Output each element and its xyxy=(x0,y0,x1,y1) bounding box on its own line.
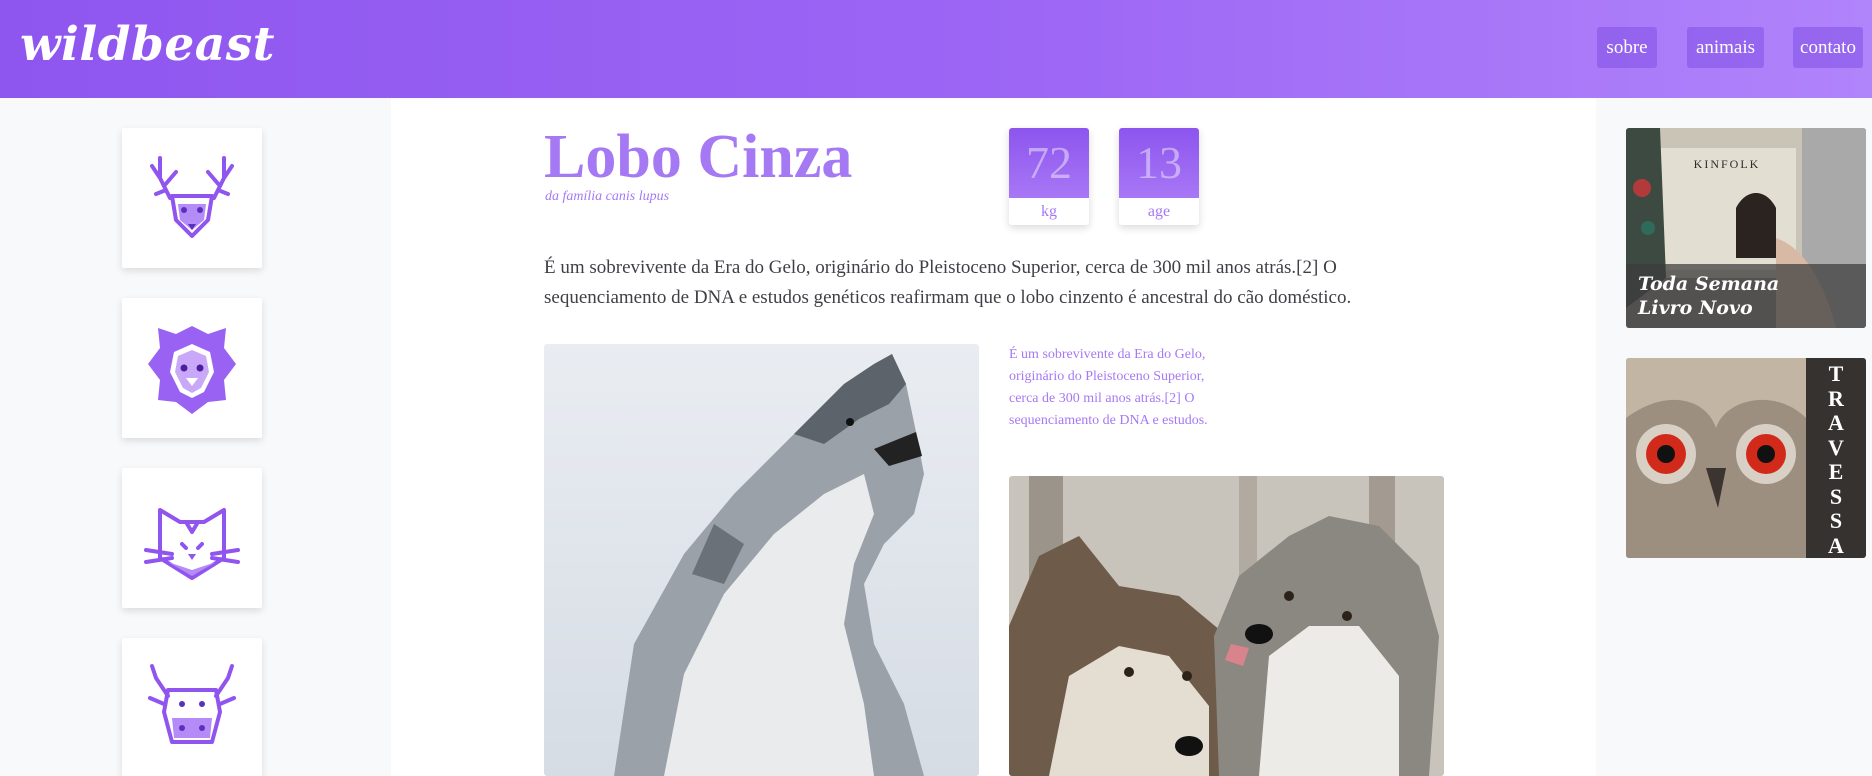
nav-sobre-button[interactable]: sobre xyxy=(1597,27,1657,68)
owl-ad-letter: E xyxy=(1828,459,1844,484)
owl-ad-letter: V xyxy=(1828,434,1844,460)
side-note-text: É um sobrevivente da Era do Gelo, origin… xyxy=(1009,347,1208,428)
animal-intro-text: É um sobrevivente da Era do Gelo, origin… xyxy=(544,257,1352,308)
owl-ad-vertical-text: T R A V E S S A xyxy=(1806,358,1866,558)
book-ad-caption-line2: Livro Novo xyxy=(1638,297,1753,319)
lion-icon xyxy=(148,326,236,414)
stat-weight-label: kg xyxy=(1041,203,1057,220)
stat-weight-value: 72 xyxy=(1009,128,1089,198)
book-ad-banner[interactable]: KINFOLK Toda Semana Livro Novo xyxy=(1626,128,1866,328)
stat-age: 13 age xyxy=(1119,128,1199,225)
book-ad-caption: Toda Semana Livro Novo xyxy=(1626,264,1866,328)
book-cover-title: KINFOLK xyxy=(1694,157,1761,171)
stat-age-value: 13 xyxy=(1119,128,1199,198)
howling-wolf-photo xyxy=(544,344,979,776)
stat-age-label: age xyxy=(1147,203,1171,220)
owl-ad-letter: S xyxy=(1829,483,1843,509)
animal-subtitle: da família canis lupus xyxy=(545,189,670,204)
nav-contato-button[interactable]: contato xyxy=(1793,27,1863,68)
book-ad-caption-line1: Toda Semana xyxy=(1638,273,1780,295)
owl-ad-letter: S xyxy=(1829,508,1843,533)
owl-ad-letter: A xyxy=(1828,532,1844,558)
animal-card-bull[interactable] xyxy=(122,638,262,776)
owl-ad-letter: A xyxy=(1828,410,1844,435)
bull-icon xyxy=(148,664,236,744)
nav-animais-button[interactable]: animais xyxy=(1687,27,1764,68)
top-header: wildbeast sobre animais contato xyxy=(0,0,1872,98)
two-wolves-photo xyxy=(1009,476,1444,776)
animal-card-cat[interactable] xyxy=(122,468,262,608)
animal-title: Lobo Cinza xyxy=(544,123,853,191)
animal-card-deer[interactable] xyxy=(122,128,262,268)
site-logo[interactable]: wildbeast xyxy=(20,17,275,72)
animal-card-lion[interactable] xyxy=(122,298,262,438)
owl-ad-banner[interactable]: T R A V E S S A xyxy=(1626,358,1866,558)
deer-icon xyxy=(150,156,234,238)
cat-icon xyxy=(144,508,240,580)
stat-weight: 72 kg xyxy=(1009,128,1089,225)
owl-ad-letter: T xyxy=(1828,361,1844,386)
owl-ad-letter: R xyxy=(1828,385,1844,411)
